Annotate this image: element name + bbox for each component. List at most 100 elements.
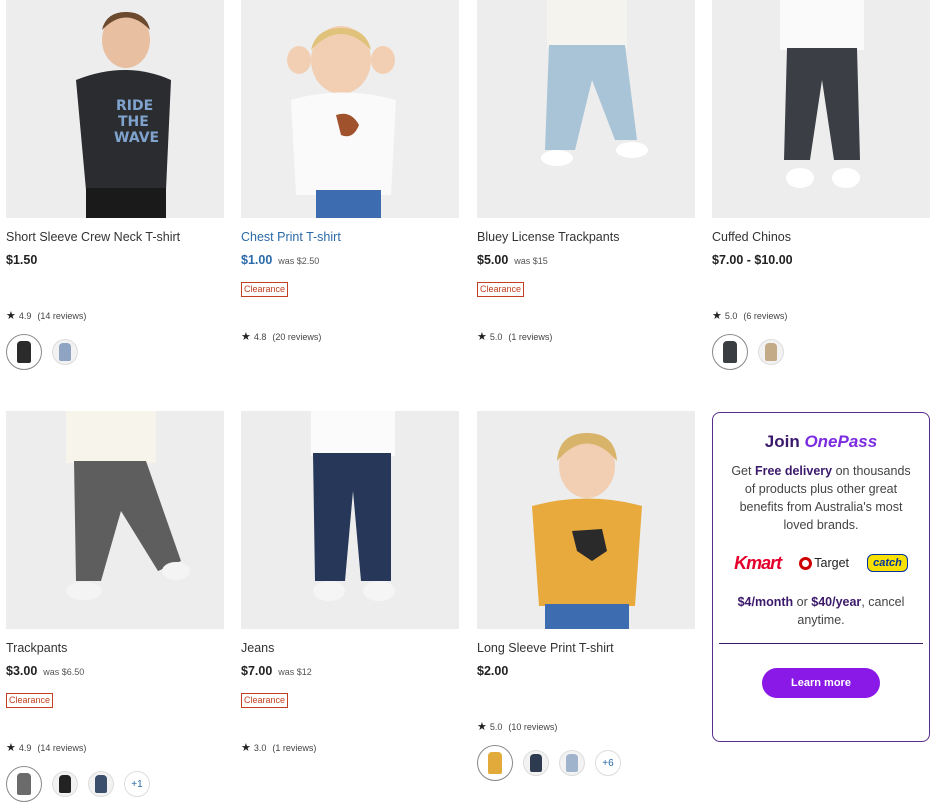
color-swatches: +6 bbox=[477, 745, 621, 781]
rating-value: 5.0 bbox=[489, 331, 503, 342]
product-image[interactable] bbox=[712, 0, 930, 218]
color-swatch[interactable] bbox=[523, 750, 549, 776]
product-card[interactable]: Bluey License Trackpants $5.00 was $15 Cl… bbox=[477, 0, 695, 343]
was-price: was $2.50 bbox=[278, 256, 320, 266]
catch-logo: catch bbox=[867, 554, 908, 572]
target-logo-text: Target bbox=[814, 556, 849, 570]
color-swatches bbox=[6, 334, 88, 370]
svg-text:WAVE: WAVE bbox=[114, 130, 159, 146]
color-swatch[interactable] bbox=[52, 339, 78, 365]
product-price: $1.00 bbox=[241, 253, 273, 267]
promo-join-text: Join bbox=[764, 432, 800, 451]
partner-brands: Kmart Target catch bbox=[713, 551, 929, 575]
product-price: $1.50 bbox=[6, 253, 38, 267]
clearance-badge: Clearance bbox=[241, 282, 289, 297]
was-price: was $6.50 bbox=[43, 667, 85, 677]
product-rating: ★ 4.8 (20 reviews) bbox=[241, 330, 321, 343]
product-title[interactable]: Cuffed Chinos bbox=[712, 229, 930, 245]
color-swatches: +1 bbox=[6, 766, 150, 802]
learn-more-button[interactable]: Learn more bbox=[762, 668, 880, 698]
color-swatch[interactable] bbox=[559, 750, 585, 776]
onepass-logo: OnePass bbox=[804, 432, 878, 451]
review-count: (14 reviews) bbox=[37, 742, 87, 753]
review-count: (1 reviews) bbox=[508, 331, 553, 342]
product-card[interactable]: Long Sleeve Print T-shirt $2.00 ★ 5.0 (1… bbox=[477, 411, 695, 781]
product-image[interactable]: RIDE THE WAVE bbox=[6, 0, 224, 218]
review-count: (20 reviews) bbox=[272, 331, 322, 342]
price-month: $4/month bbox=[737, 595, 794, 609]
promo-description: Get Free delivery on thousands of produc… bbox=[727, 462, 915, 534]
target-bullseye-icon bbox=[799, 556, 813, 570]
rating-value: 4.9 bbox=[18, 310, 32, 321]
more-colors-button[interactable]: +1 bbox=[124, 771, 150, 797]
price-year: $40/year bbox=[811, 595, 862, 609]
star-icon: ★ bbox=[241, 742, 251, 754]
onepass-promo-card: Join OnePass Get Free delivery on thousa… bbox=[712, 412, 930, 742]
rating-value: 3.0 bbox=[253, 742, 267, 753]
product-card[interactable]: Chest Print T-shirt $1.00 was $2.50 Clear… bbox=[241, 0, 459, 343]
was-price: was $15 bbox=[514, 256, 548, 266]
star-icon: ★ bbox=[712, 310, 722, 322]
product-rating: ★ 4.9 (14 reviews) bbox=[6, 741, 86, 754]
review-count: (1 reviews) bbox=[272, 742, 317, 753]
product-rating: ★ 5.0 (10 reviews) bbox=[477, 720, 557, 733]
review-count: (10 reviews) bbox=[508, 721, 558, 732]
product-card[interactable]: RIDE THE WAVE Short Sleeve Crew Neck T-s… bbox=[6, 0, 224, 370]
product-card[interactable]: Cuffed Chinos $7.00 - $10.00 ★ 5.0 (6 re… bbox=[712, 0, 930, 370]
product-price: $5.00 bbox=[477, 253, 509, 267]
color-swatch[interactable] bbox=[88, 771, 114, 797]
rating-value: 5.0 bbox=[724, 310, 738, 321]
star-icon: ★ bbox=[477, 721, 487, 733]
clearance-badge: Clearance bbox=[241, 693, 289, 708]
promo-desc-pre: Get bbox=[731, 464, 752, 478]
star-icon: ★ bbox=[477, 331, 487, 343]
product-rating: ★ 5.0 (1 reviews) bbox=[477, 330, 552, 343]
was-price: was $12 bbox=[278, 667, 312, 677]
product-title[interactable]: Long Sleeve Print T-shirt bbox=[477, 640, 695, 656]
review-count: (14 reviews) bbox=[37, 310, 87, 321]
clearance-badge: Clearance bbox=[477, 282, 525, 297]
product-price: $2.00 bbox=[477, 664, 509, 678]
rating-value: 4.8 bbox=[253, 331, 267, 342]
color-swatches bbox=[712, 334, 794, 370]
product-title[interactable]: Trackpants bbox=[6, 640, 224, 656]
product-rating: ★ 3.0 (1 reviews) bbox=[241, 741, 316, 754]
kmart-logo: Kmart bbox=[734, 552, 782, 573]
price-or: or bbox=[796, 595, 808, 609]
product-price: $7.00 bbox=[241, 664, 273, 678]
color-swatch[interactable] bbox=[712, 334, 748, 370]
color-swatch[interactable] bbox=[758, 339, 784, 365]
product-rating: ★ 5.0 (6 reviews) bbox=[712, 309, 787, 322]
product-price: $3.00 bbox=[6, 664, 38, 678]
product-card[interactable]: Jeans $7.00 was $12 Clearance ★ 3.0 (1 re… bbox=[241, 411, 459, 754]
product-card[interactable]: Trackpants $3.00 was $6.50 Clearance ★ 4.… bbox=[6, 411, 224, 802]
product-image[interactable] bbox=[6, 411, 224, 629]
promo-heading: Join OnePass bbox=[713, 432, 929, 452]
product-title[interactable]: Chest Print T-shirt bbox=[241, 229, 459, 245]
clearance-badge: Clearance bbox=[6, 693, 54, 708]
star-icon: ★ bbox=[6, 310, 16, 322]
rating-value: 5.0 bbox=[489, 721, 503, 732]
color-swatch[interactable] bbox=[6, 766, 42, 802]
product-image[interactable] bbox=[241, 411, 459, 629]
product-title[interactable]: Short Sleeve Crew Neck T-shirt bbox=[6, 229, 224, 245]
product-image[interactable] bbox=[477, 0, 695, 218]
target-logo: Target bbox=[799, 556, 849, 570]
more-colors-button[interactable]: +6 bbox=[595, 750, 621, 776]
svg-text:THE: THE bbox=[118, 114, 149, 130]
svg-text:RIDE: RIDE bbox=[116, 98, 153, 114]
promo-divider bbox=[719, 643, 923, 644]
product-rating: ★ 4.9 (14 reviews) bbox=[6, 309, 86, 322]
product-title[interactable]: Bluey License Trackpants bbox=[477, 229, 695, 245]
product-title[interactable]: Jeans bbox=[241, 640, 459, 656]
color-swatch[interactable] bbox=[6, 334, 42, 370]
color-swatch[interactable] bbox=[477, 745, 513, 781]
color-swatch[interactable] bbox=[52, 771, 78, 797]
promo-pricing: $4/month or $40/year, cancel anytime. bbox=[713, 593, 929, 629]
product-image[interactable] bbox=[477, 411, 695, 629]
rating-value: 4.9 bbox=[18, 742, 32, 753]
product-image[interactable] bbox=[241, 0, 459, 218]
star-icon: ★ bbox=[6, 742, 16, 754]
star-icon: ★ bbox=[241, 331, 251, 343]
product-price: $7.00 - $10.00 bbox=[712, 253, 793, 267]
